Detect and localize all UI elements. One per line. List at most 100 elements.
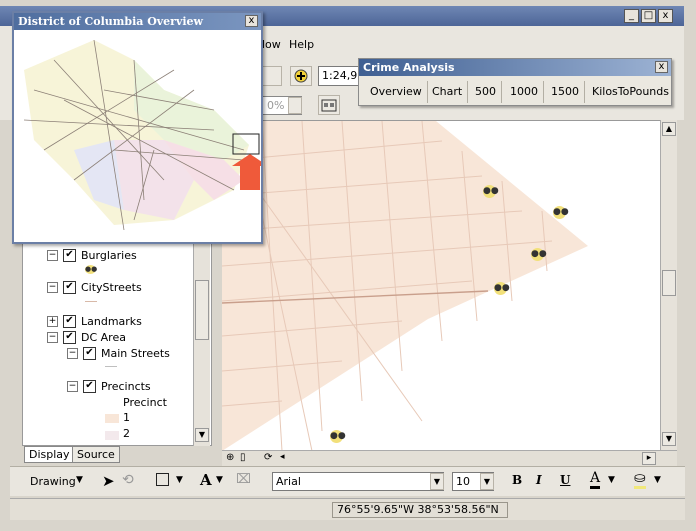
kilos-to-pounds-button[interactable]: KilosToPounds — [587, 81, 674, 103]
layer-burglaries[interactable]: − ✔ Burglaries — [47, 247, 137, 263]
chevron-down-icon[interactable]: ▼ — [216, 475, 223, 485]
map-vertical-scrollbar[interactable]: ▲ ▼ — [660, 120, 677, 450]
coordinate-readout: 76°55'9.65"W 38°53'58.56"N — [332, 502, 508, 518]
buffer-500-button[interactable]: 500 — [470, 81, 502, 103]
new-text-icon[interactable]: A — [200, 471, 212, 489]
overview-title-bar[interactable]: District of Columbia Overview — [14, 13, 261, 30]
table-of-contents: − ✔ Burglaries ●● − ✔ CityStreets + ✔ La… — [22, 240, 212, 446]
collapse-icon[interactable]: − — [47, 249, 58, 261]
drawing-menu[interactable]: Drawing — [30, 475, 76, 488]
collapse-icon[interactable]: − — [47, 281, 58, 293]
expand-icon[interactable]: + — [47, 315, 58, 327]
overview-window[interactable]: District of Columbia Overview x — [12, 11, 263, 244]
layer-checkbox[interactable]: ✔ — [63, 248, 76, 262]
main-street-legend-line — [105, 366, 117, 367]
layer-label: DC Area — [81, 330, 126, 344]
layer-landmarks[interactable]: + ✔ Landmarks — [47, 313, 142, 329]
burglary-symbol: ●● — [531, 248, 547, 261]
collapse-icon[interactable]: − — [67, 380, 78, 392]
font-name-select[interactable]: Arial — [272, 472, 444, 491]
add-data-icon[interactable] — [290, 66, 312, 86]
toc-scrollbar[interactable]: ▼ — [193, 240, 210, 446]
burglary-symbol: ●● — [494, 282, 510, 295]
layer-label: Landmarks — [81, 314, 142, 328]
chevron-down-icon[interactable]: ▼ — [654, 475, 661, 485]
status-bar: 76°55'9.65"W 38°53'58.56"N — [10, 498, 685, 520]
close-button[interactable]: x — [658, 9, 673, 23]
drawing-toolbar: Drawing ▼ ➤ ⟲ ▼ A ▼ ⌧ Arial ▼ 10 ▼ B I U… — [10, 466, 685, 496]
chevron-down-icon[interactable]: ▼ — [480, 473, 494, 490]
edit-vertices-icon[interactable]: ⌧ — [236, 472, 251, 487]
buffer-1000-button[interactable]: 1000 — [505, 81, 544, 103]
layer-main-streets[interactable]: − ✔ Main Streets — [67, 345, 170, 361]
layer-checkbox[interactable]: ✔ — [63, 314, 76, 328]
collapse-icon[interactable]: − — [67, 347, 78, 359]
crime-analysis-title-bar[interactable]: Crime Analysis — [359, 59, 671, 76]
minimize-button[interactable]: _ — [624, 9, 639, 23]
select-elements-icon[interactable]: ➤ — [102, 472, 115, 490]
burglary-legend-icon: ●● — [85, 265, 98, 274]
crime-analysis-close-button[interactable]: x — [655, 61, 668, 73]
layer-dc-area[interactable]: − ✔ DC Area — [47, 329, 126, 345]
toc-scroll-thumb[interactable] — [195, 280, 209, 340]
buffer-1500-button[interactable]: 1500 — [546, 81, 585, 103]
maximize-button[interactable]: □ — [641, 9, 656, 23]
chevron-down-icon[interactable]: ▼ — [176, 475, 183, 485]
layer-citystreets[interactable]: − ✔ CityStreets — [47, 279, 142, 295]
burglary-symbol: ●● — [330, 430, 346, 443]
layer-label: Burglaries — [81, 248, 137, 262]
bold-button[interactable]: B — [512, 473, 522, 487]
tab-display[interactable]: Display — [24, 446, 75, 463]
chevron-down-icon[interactable]: ▼ — [608, 475, 615, 485]
chevron-down-icon[interactable]: ▼ — [76, 475, 83, 485]
layout-view-toggle-icon[interactable]: ▯ — [240, 452, 252, 464]
fill-color-icon[interactable]: ⛀ — [634, 470, 646, 489]
crime-analysis-toolbar[interactable]: Crime Analysis x Overview Chart 500 1000… — [358, 58, 672, 106]
layer-checkbox[interactable]: ✔ — [63, 330, 76, 344]
scroll-up-icon[interactable]: ▲ — [662, 122, 676, 136]
map-horizontal-scrollbar[interactable]: ⊕ ▯ ⟳ ◂ ▸ — [222, 450, 677, 466]
italic-button[interactable]: I — [536, 473, 542, 487]
scroll-thumb[interactable] — [662, 270, 676, 296]
burglary-symbol: ●● — [483, 185, 499, 198]
overview-button[interactable]: Overview — [365, 81, 428, 103]
layer-label: CityStreets — [81, 280, 142, 294]
layer-label: Precincts — [101, 379, 151, 393]
collapse-icon[interactable]: − — [47, 331, 58, 343]
map-scale-input[interactable]: 1:24,9 — [318, 66, 360, 86]
data-view-icon[interactable]: ⊕ — [226, 452, 238, 464]
burglary-symbol: ●● — [553, 206, 569, 219]
font-color-button[interactable]: A — [590, 470, 601, 489]
chart-button[interactable]: Chart — [427, 81, 469, 103]
layer-checkbox[interactable]: ✔ — [83, 379, 96, 393]
overview-close-button[interactable]: x — [245, 15, 258, 27]
scroll-right-icon[interactable]: ▸ — [642, 452, 656, 465]
precinct-2-label: 2 — [123, 427, 130, 440]
menu-help[interactable]: Help — [289, 38, 314, 51]
precinct-2-swatch — [105, 431, 119, 440]
layout-view-icon[interactable] — [318, 95, 340, 115]
precinct-field-heading: Precinct — [123, 396, 167, 409]
layer-checkbox[interactable]: ✔ — [63, 280, 76, 294]
underline-button[interactable]: U — [560, 473, 570, 487]
scroll-down-icon[interactable]: ▼ — [662, 432, 676, 446]
scroll-left-icon[interactable]: ◂ — [280, 452, 292, 464]
rotate-icon[interactable]: ⟲ — [122, 472, 134, 488]
street-legend-line — [85, 301, 97, 302]
scroll-down-icon[interactable]: ▼ — [195, 428, 209, 442]
dc-overview-map — [23, 39, 261, 231]
precinct-1-swatch — [105, 414, 119, 423]
precinct-1-label: 1 — [123, 411, 130, 424]
tab-source[interactable]: Source — [72, 446, 120, 463]
layer-checkbox[interactable]: ✔ — [83, 346, 96, 360]
chevron-down-icon[interactable]: ▼ — [430, 473, 444, 490]
layer-label: Main Streets — [101, 346, 170, 360]
refresh-icon[interactable]: ⟳ — [264, 452, 276, 464]
redo-button[interactable] — [262, 66, 282, 86]
layer-precincts[interactable]: − ✔ Precincts — [67, 378, 151, 394]
chevron-down-icon[interactable] — [288, 97, 302, 114]
menu-window[interactable]: low — [262, 38, 281, 51]
rectangle-icon[interactable] — [156, 473, 169, 486]
precinct-map — [221, 120, 588, 452]
map-display[interactable]: ●● ●● ●● ●● ●● — [221, 120, 660, 452]
